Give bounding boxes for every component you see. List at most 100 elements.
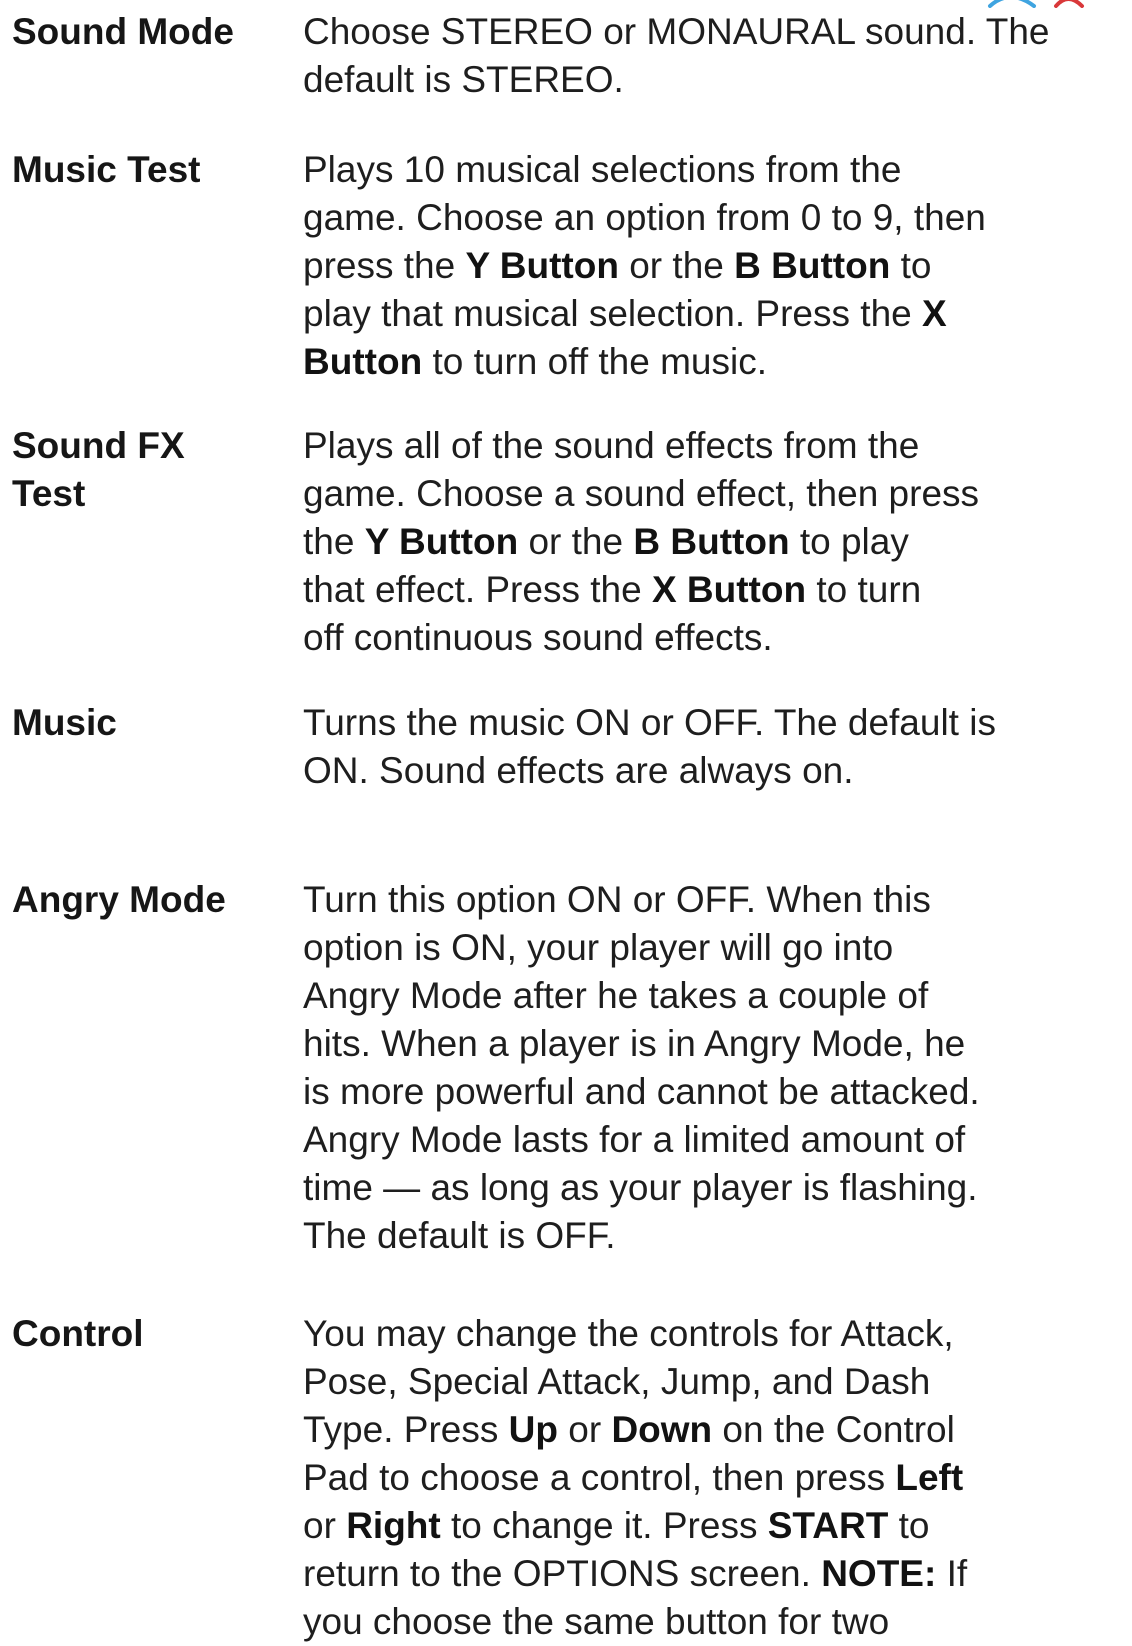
desc-line: that effect. Press the X Button to turn [303,566,1129,614]
desc-text: Pad to choose a control, then press [303,1457,896,1498]
desc-line: Angry Mode after he takes a couple of [303,972,1129,1020]
desc-line: default is STEREO. [303,56,1129,104]
desc-bold-text: NOTE: [821,1553,937,1594]
desc-bold-text: B Button [734,245,891,286]
option-description: Plays all of the sound effects from the … [303,422,1129,662]
desc-bold-text: Left [895,1457,964,1498]
desc-bold-text: X [922,293,947,334]
desc-line: the Y Button or the B Button to play [303,518,1129,566]
desc-line: hits. When a player is in Angry Mode, he [303,1020,1129,1068]
option-term: Sound FX Test [12,422,282,518]
desc-text: If [936,1553,968,1594]
desc-line: press the Y Button or the B Button to [303,242,1129,290]
option-description: Plays 10 musical selections from the gam… [303,146,1129,386]
desc-text: Angry Mode lasts for a limited amount of [303,1119,966,1160]
desc-text: or [303,1505,347,1546]
option-term: Sound Mode [12,8,282,56]
desc-line: ON. Sound effects are always on. [303,747,1129,795]
option-term: Control [12,1310,282,1358]
desc-text: to [888,1505,930,1546]
desc-text: Choose STEREO or MONAURAL sound. The [303,11,1050,52]
desc-text: on the Control [712,1409,955,1450]
desc-text: or [557,1409,612,1450]
desc-line: You may change the controls for Attack, [303,1310,1129,1358]
desc-line: Pad to choose a control, then press Left [303,1454,1129,1502]
desc-line: Turn this option ON or OFF. When this [303,876,1129,924]
desc-bold-text: Button [303,341,423,382]
desc-bold-text: B Button [633,521,790,562]
option-description: Turns the music ON or OFF. The default i… [303,699,1129,795]
desc-line: game. Choose a sound effect, then press [303,470,1129,518]
desc-bold-text: Right [346,1505,441,1546]
desc-text: off continuous sound effects. [303,617,773,658]
desc-text: You may change the controls for Attack, [303,1313,954,1354]
desc-text: game. Choose a sound effect, then press [303,473,980,514]
desc-text: press the [303,245,466,286]
term-line: Control [12,1313,144,1354]
desc-text: Plays 10 musical selections from the [303,149,902,190]
desc-line: play that musical selection. Press the X [303,290,1129,338]
desc-text: Type. Press [303,1409,509,1450]
desc-text: or the [518,521,634,562]
term-line: Music Test [12,149,201,190]
desc-text: to [890,245,932,286]
term-line: Test [12,473,86,514]
desc-line: Angry Mode lasts for a limited amount of [303,1116,1129,1164]
option-term: Music [12,699,282,747]
desc-line: Pose, Special Attack, Jump, and Dash [303,1358,1129,1406]
option-description: You may change the controls for Attack, … [303,1310,1129,1646]
desc-text: or the [618,245,735,286]
option-description: Turn this option ON or OFF. When this op… [303,876,1129,1260]
desc-text: play that musical selection. Press the [303,293,923,334]
desc-text: Angry Mode after he takes a couple of [303,975,929,1016]
term-line: Sound FX [12,425,185,466]
desc-line: off continuous sound effects. [303,614,1129,662]
desc-text: to turn off the music. [422,341,767,382]
desc-text: is more powerful and cannot be attacked. [303,1071,980,1112]
option-term: Music Test [12,146,282,194]
desc-bold-text: Up [508,1409,558,1450]
desc-text: Turns the music ON or OFF. The default i… [303,702,996,743]
desc-text: Plays all of the sound effects from the [303,425,920,466]
desc-bold-text: Down [611,1409,713,1450]
desc-line: Button to turn off the music. [303,338,1129,386]
desc-text: ON. Sound effects are always on. [303,750,854,791]
desc-text: option is ON, your player will go into [303,927,894,968]
desc-line: option is ON, your player will go into [303,924,1129,972]
desc-line: Choose STEREO or MONAURAL sound. The [303,8,1129,56]
desc-line: Turns the music ON or OFF. The default i… [303,699,1129,747]
desc-line: you choose the same button for two [303,1598,1129,1646]
desc-line: game. Choose an option from 0 to 9, then [303,194,1129,242]
desc-bold-text: X Button [651,569,807,610]
manual-page: Sound Mode Choose STEREO or MONAURAL sou… [0,0,1132,1642]
term-line: Music [12,702,117,743]
desc-text: default is STEREO. [303,59,624,100]
desc-bold-text: Y Button [364,521,519,562]
desc-text: you choose the same button for two [303,1601,890,1642]
desc-text: to change it. Press [440,1505,768,1546]
desc-text: Turn this option ON or OFF. When this [303,879,931,920]
desc-text: The default is OFF. [303,1215,616,1256]
desc-line: Plays all of the sound effects from the [303,422,1129,470]
desc-text: the [303,521,365,562]
desc-line: The default is OFF. [303,1212,1129,1260]
desc-text: Pose, Special Attack, Jump, and Dash [303,1361,931,1402]
desc-text: that effect. Press the [303,569,652,610]
desc-line: is more powerful and cannot be attacked. [303,1068,1129,1116]
corner-artwork-icon [988,0,1084,8]
desc-line: time — as long as your player is flashin… [303,1164,1129,1212]
desc-bold-text: Y Button [465,245,619,286]
desc-line: Type. Press Up or Down on the Control [303,1406,1129,1454]
desc-text: game. Choose an option from 0 to 9, then [303,197,986,238]
option-term: Angry Mode [12,876,282,924]
desc-text: hits. When a player is in Angry Mode, he [303,1023,966,1064]
desc-bold-text: START [767,1505,889,1546]
desc-text: return to the OPTIONS screen. [303,1553,822,1594]
desc-line: or Right to change it. Press START to [303,1502,1129,1550]
desc-line: Plays 10 musical selections from the [303,146,1129,194]
term-line: Sound Mode [12,11,234,52]
option-description: Choose STEREO or MONAURAL sound. The def… [303,8,1129,104]
desc-text: to turn [806,569,922,610]
term-line: Angry Mode [12,879,226,920]
desc-text: time — as long as your player is flashin… [303,1167,978,1208]
